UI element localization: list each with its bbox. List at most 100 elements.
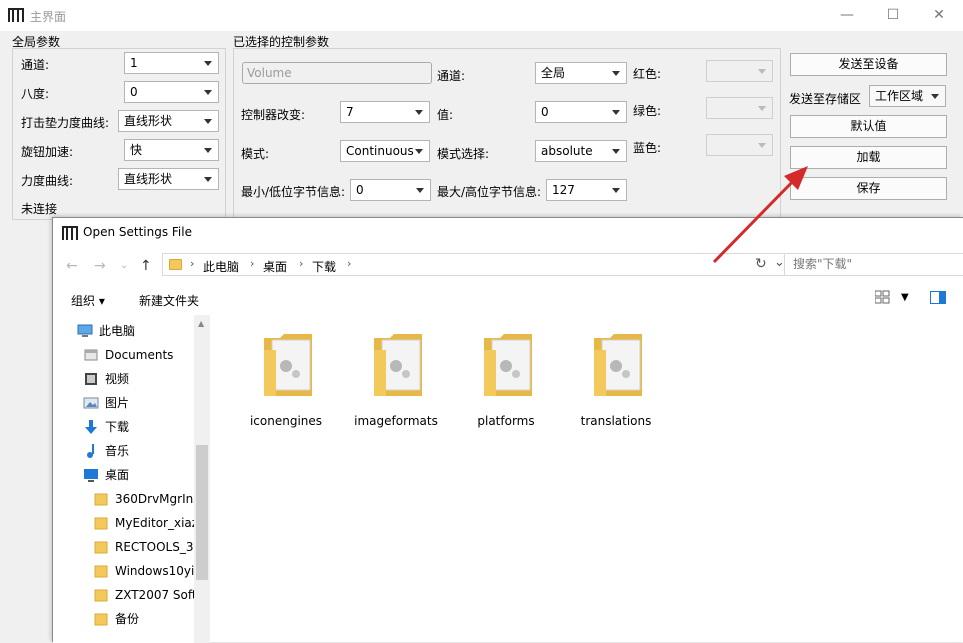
velocity-curve-combo[interactable]: 直线形状 [118, 168, 219, 190]
nav-scrollbar[interactable]: ▲ [194, 315, 210, 643]
ctrl-channel-combo[interactable]: 全局 [535, 62, 627, 84]
folder-item[interactable]: iconengines [236, 330, 336, 440]
mode-select-label: 模式选择: [437, 147, 490, 161]
nav-item[interactable]: 视频 [53, 367, 194, 391]
nav-item[interactable]: MyEditor_xiaz [53, 511, 194, 535]
music-icon [83, 443, 99, 459]
close-button[interactable]: ✕ [916, 0, 962, 31]
minimize-button[interactable]: — [824, 0, 870, 31]
new-folder-button[interactable]: 新建文件夹 [139, 292, 199, 309]
default-value-button[interactable]: 默认值 [790, 115, 947, 138]
folder-icon [93, 491, 109, 507]
chevron-down-icon [758, 106, 766, 111]
nav-item[interactable]: Windows10yis [53, 559, 194, 583]
breadcrumb-this-pc[interactable]: 此电脑 [203, 258, 239, 275]
dialog-toolbar: 组织 ▾ 新建文件夹 ▼ [53, 284, 963, 315]
green-combo[interactable] [706, 97, 773, 119]
breadcrumb-downloads[interactable]: 下载 [312, 258, 336, 275]
breadcrumb-separator: › [190, 257, 195, 270]
view-chevron-icon[interactable]: ▼ [901, 292, 909, 303]
max-byte-combo[interactable]: 127 [546, 179, 627, 201]
video-icon [83, 371, 99, 387]
send-to-device-button[interactable]: 发送至设备 [790, 53, 947, 76]
nav-item-label: 桌面 [105, 468, 130, 482]
octave-label: 八度: [21, 87, 50, 101]
breadcrumb-separator: › [299, 257, 304, 270]
nav-scroll-thumb[interactable] [196, 445, 208, 580]
nav-item[interactable]: ZXT2007 Soft [53, 583, 194, 607]
control-name-input[interactable]: Volume [242, 62, 432, 84]
view-options-icon[interactable] [874, 290, 891, 307]
storage-combo[interactable]: 工作区域 [869, 85, 946, 107]
channel-combo[interactable]: 1 [124, 52, 219, 74]
nav-item[interactable]: 图片 [53, 391, 194, 415]
breadcrumb-desktop[interactable]: 桌面 [263, 258, 287, 275]
folder-icon [93, 539, 109, 555]
breadcrumb-separator: › [250, 257, 255, 270]
controller-change-value: 7 [346, 105, 354, 119]
up-arrow-icon[interactable]: ↑ [140, 258, 152, 274]
scroll-up-icon[interactable]: ▲ [198, 319, 204, 328]
nav-item[interactable]: 音乐 [53, 439, 194, 463]
breadcrumb-separator: › [347, 257, 352, 270]
min-byte-combo[interactable]: 0 [350, 179, 431, 201]
folder-item[interactable]: imageformats [346, 330, 446, 440]
desktop-icon [83, 467, 99, 483]
value-label: 值: [437, 108, 454, 122]
navigation-pane: 此电脑 Documents 视频图片 下载 音乐桌面 360DrvMgrIns MyEdit… [53, 315, 210, 643]
value-combo[interactable]: 0 [535, 101, 627, 123]
main-titlebar: 主界面 — ☐ ✕ [0, 0, 963, 31]
folder-name: imageformats [354, 414, 438, 428]
folder-icon [484, 334, 532, 396]
green-label: 绿色: [633, 104, 662, 118]
folder-item[interactable]: platforms [456, 330, 556, 440]
storage-value: 工作区域 [875, 89, 924, 103]
nav-item-label: Windows10yis [115, 564, 194, 578]
folder-icon [93, 587, 109, 603]
ctrl-channel-label: 通道: [437, 69, 466, 83]
back-arrow-icon[interactable]: ← [66, 258, 78, 274]
forward-arrow-icon[interactable]: → [94, 258, 106, 274]
nav-item[interactable]: RECTOOLS_30 [53, 535, 194, 559]
knob-accel-label: 旋钮加速: [21, 145, 74, 159]
pad-velocity-curve-combo[interactable]: 直线形状 [118, 110, 219, 132]
preview-pane-icon[interactable] [930, 291, 946, 308]
knob-accel-value: 快 [130, 143, 143, 157]
nav-item[interactable]: 下载 [53, 415, 194, 439]
nav-item-label: 此电脑 [99, 324, 136, 338]
folder-icon [93, 563, 109, 579]
controller-change-label: 控制器改变: [241, 108, 306, 122]
app-logo-icon [8, 8, 24, 22]
controller-change-combo[interactable]: 7 [340, 101, 430, 123]
octave-combo[interactable]: 0 [124, 81, 219, 103]
mode-combo[interactable]: Continuous [340, 140, 430, 162]
folder-icon [374, 334, 422, 396]
chevron-down-icon [204, 90, 212, 95]
channel-label: 通道: [21, 58, 50, 72]
maximize-button[interactable]: ☐ [870, 0, 916, 31]
nav-item-label: Documents [105, 348, 174, 362]
nav-item[interactable]: 此电脑 [53, 319, 194, 343]
dialog-title: Open Settings File [83, 225, 192, 239]
nav-item[interactable]: 桌面 [53, 463, 194, 487]
nav-item[interactable]: 备份 [53, 607, 194, 631]
nav-item-label: 360DrvMgrIns [115, 492, 194, 506]
red-combo[interactable] [706, 60, 773, 82]
pad-velocity-curve-label: 打击垫力度曲线: [21, 116, 110, 130]
organize-button[interactable]: 组织 ▾ [71, 292, 105, 309]
mode-value: Continuous [346, 144, 414, 158]
address-bar[interactable]: › 此电脑 › 桌面 › 下载 › ⌄ [162, 253, 790, 276]
annotation-arrow [712, 166, 808, 264]
octave-value: 0 [130, 85, 138, 99]
chevron-down-icon [758, 143, 766, 148]
nav-item-label: 视频 [105, 372, 130, 386]
knob-accel-combo[interactable]: 快 [124, 139, 219, 161]
nav-item[interactable]: 360DrvMgrIns [53, 487, 194, 511]
chevron-down-icon [415, 149, 423, 154]
mode-select-combo[interactable]: absolute [535, 140, 627, 162]
recent-chevron-icon[interactable]: ⌄ [120, 260, 128, 271]
nav-item[interactable]: Documents [53, 343, 194, 367]
pad-velocity-curve-value: 直线形状 [124, 114, 173, 128]
open-settings-dialog: Open Settings File ← → ⌄ ↑ › 此电脑 › 桌面 › … [52, 217, 963, 643]
folder-item[interactable]: translations [566, 330, 666, 440]
